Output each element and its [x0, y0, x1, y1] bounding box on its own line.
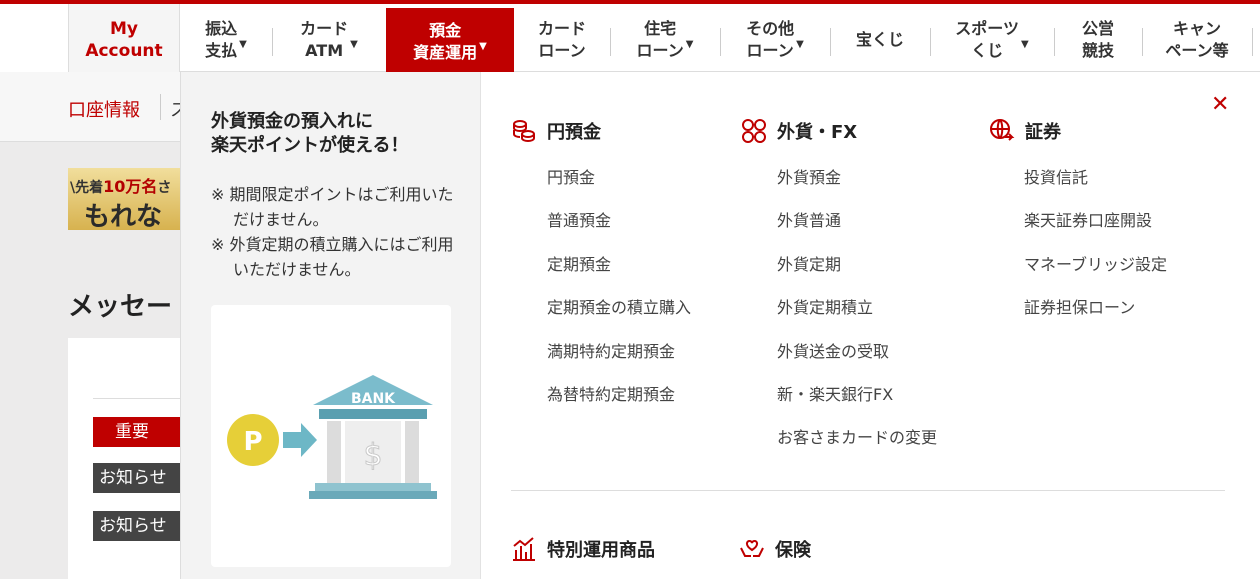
- close-icon[interactable]: ✕: [1211, 94, 1229, 116]
- menu-link-foreign-ordinary[interactable]: 外貨普通: [777, 207, 841, 231]
- category-title: 証券: [1025, 122, 1061, 143]
- category-yen-deposit[interactable]: 円預金: [511, 118, 601, 144]
- menu-link-maturity-special-deposit[interactable]: 満期特約定期預金: [547, 338, 675, 362]
- nav-housing-loan[interactable]: 住宅 ローン ▼: [610, 8, 720, 72]
- important-badge: 重要: [93, 417, 181, 447]
- account-info-link[interactable]: 口座情報: [68, 96, 140, 122]
- coins-icon: [511, 118, 537, 144]
- category-insurance[interactable]: 保険: [739, 536, 811, 562]
- category-title: 外貨・FX: [777, 122, 858, 143]
- nav-public-race-label: 公営 競技: [1081, 19, 1114, 60]
- banner-headline: \先着10万名さ: [70, 173, 171, 197]
- category-foreign-fx[interactable]: 外貨・FX: [741, 118, 857, 144]
- point-coin-label: P: [243, 427, 262, 457]
- subnav-divider: [160, 94, 161, 120]
- notice-badge: お知らせ: [93, 511, 181, 541]
- chart-icon: [511, 536, 537, 562]
- banner-prefix: \先着: [70, 180, 104, 196]
- bank-illustration-icon: P BANK $: [227, 375, 437, 499]
- menu-link-securities-loan[interactable]: 証券担保ローン: [1024, 294, 1135, 318]
- messages-title: メッセー: [68, 292, 173, 322]
- menu-link-time-deposit[interactable]: 定期預金: [547, 251, 611, 275]
- menu-link-card-change[interactable]: お客さまカードの変更: [777, 424, 937, 448]
- campaign-banner[interactable]: \先着10万名さ もれな: [68, 168, 180, 230]
- nav-transfer-label: 振込 支払: [205, 19, 238, 60]
- banner-highlight: 10万名: [103, 177, 158, 196]
- menu-link-foreign-time-accumulation[interactable]: 外貨定期積立: [777, 294, 873, 318]
- nav-housing-loan-label: 住宅 ローン: [636, 19, 684, 60]
- menu-link-investment-trust[interactable]: 投資信託: [1024, 164, 1088, 188]
- notice-badge: お知らせ: [93, 463, 181, 493]
- nav-divider: [1252, 28, 1253, 56]
- chevron-down-icon: ▼: [1020, 39, 1029, 50]
- nav-card-atm[interactable]: カード ATM ▼: [272, 8, 386, 72]
- messages-card: [68, 338, 180, 579]
- category-title: 円預金: [547, 122, 601, 143]
- nav-public-race[interactable]: 公営 競技: [1054, 8, 1142, 72]
- menu-link-yen-deposit[interactable]: 円預金: [547, 164, 595, 188]
- nav-deposit-investment[interactable]: 預金 資産運用 ▼: [386, 8, 514, 75]
- nav-card-loan[interactable]: カード ローン: [514, 8, 610, 72]
- nav-card-atm-label: カード ATM: [300, 19, 349, 60]
- menu-link-rakuten-fx[interactable]: 新・楽天銀行FX: [777, 381, 893, 405]
- promo-panel: 外貨預金の預入れに 楽天ポイントが使える！ ※ 期間限定ポイントはご利用いただけ…: [181, 72, 481, 579]
- nav-other-loan-label: その他 ローン: [746, 19, 795, 60]
- promo-title: 外貨預金の預入れに 楽天ポイントが使える！: [211, 111, 409, 156]
- nav-lottery-label: 宝くじ: [855, 30, 904, 49]
- menu-link-securities-account[interactable]: 楽天証券口座開設: [1024, 207, 1152, 231]
- category-special-investment[interactable]: 特別運用商品: [511, 536, 655, 562]
- promo-note: ※ 外貨定期の積立購入にはご利用いただけません。: [211, 235, 454, 279]
- menu-link-money-bridge[interactable]: マネーブリッジ設定: [1024, 251, 1167, 275]
- menu-link-foreign-deposit[interactable]: 外貨預金: [777, 164, 841, 188]
- hands-heart-icon: [739, 536, 765, 562]
- nav-transfer[interactable]: 振込 支払 ▼: [180, 8, 272, 72]
- category-securities[interactable]: 証券: [989, 118, 1061, 144]
- category-title: 特別運用商品: [547, 540, 655, 561]
- nav-other-loan[interactable]: その他 ローン ▼: [720, 8, 830, 72]
- nav-lottery[interactable]: 宝くじ: [830, 8, 930, 72]
- chevron-down-icon: ▼: [796, 39, 804, 50]
- currency-symbol: $: [363, 438, 382, 473]
- promo-note: ※ 期間限定ポイントはご利用いただけません。: [211, 185, 454, 229]
- menu-link-time-deposit-accumulation[interactable]: 定期預金の積立購入: [547, 294, 691, 318]
- menu-link-fx-special-deposit[interactable]: 為替特約定期預金: [547, 381, 675, 405]
- banner-big-text: もれな: [84, 202, 163, 230]
- banner-suffix: さ: [157, 180, 172, 196]
- nav-spacer: [0, 4, 68, 72]
- chevron-down-icon: ▼: [685, 39, 694, 50]
- promo-illustration[interactable]: P BANK $: [211, 305, 451, 567]
- messages-divider: [93, 398, 180, 399]
- chevron-down-icon: ▼: [239, 39, 247, 50]
- chevron-down-icon: ▼: [479, 40, 487, 52]
- currency-icon: [741, 118, 767, 144]
- menu-link-foreign-remittance[interactable]: 外貨送金の受取: [777, 338, 889, 362]
- menu-link-ordinary-deposit[interactable]: 普通預金: [547, 207, 611, 231]
- nav-sports-lottery[interactable]: スポーツ くじ ▼: [930, 8, 1054, 72]
- menu-link-foreign-time[interactable]: 外貨定期: [777, 251, 841, 275]
- category-title: 保険: [775, 540, 811, 561]
- bank-sign-label: BANK: [351, 391, 396, 407]
- sub-navigation: 口座情報 ス: [0, 72, 188, 142]
- nav-sports-lottery-label: スポーツ くじ: [955, 19, 1019, 60]
- chevron-down-icon: ▼: [350, 39, 358, 50]
- top-navigation: My Account 振込 支払 ▼ カード ATM ▼ 預金 資産運用 ▼ カ…: [0, 0, 1260, 76]
- globe-icon: [989, 118, 1015, 144]
- nav-card-loan-label: カード ローン: [537, 19, 586, 60]
- nav-campaign[interactable]: キャン ペーン等: [1142, 8, 1252, 72]
- nav-campaign-label: キャン ペーン等: [1165, 19, 1229, 60]
- deposit-mega-menu: 外貨預金の預入れに 楽天ポイントが使える！ ※ 期間限定ポイントはご利用いただけ…: [180, 72, 1260, 579]
- page: My Account 振込 支払 ▼ カード ATM ▼ 預金 資産運用 ▼ カ…: [0, 0, 1260, 579]
- nav-my-account[interactable]: My Account: [68, 4, 180, 76]
- menu-divider: [511, 490, 1225, 491]
- nav-deposit-investment-label: 預金 資産運用: [413, 20, 478, 62]
- nav-my-account-label: My Account: [85, 19, 163, 61]
